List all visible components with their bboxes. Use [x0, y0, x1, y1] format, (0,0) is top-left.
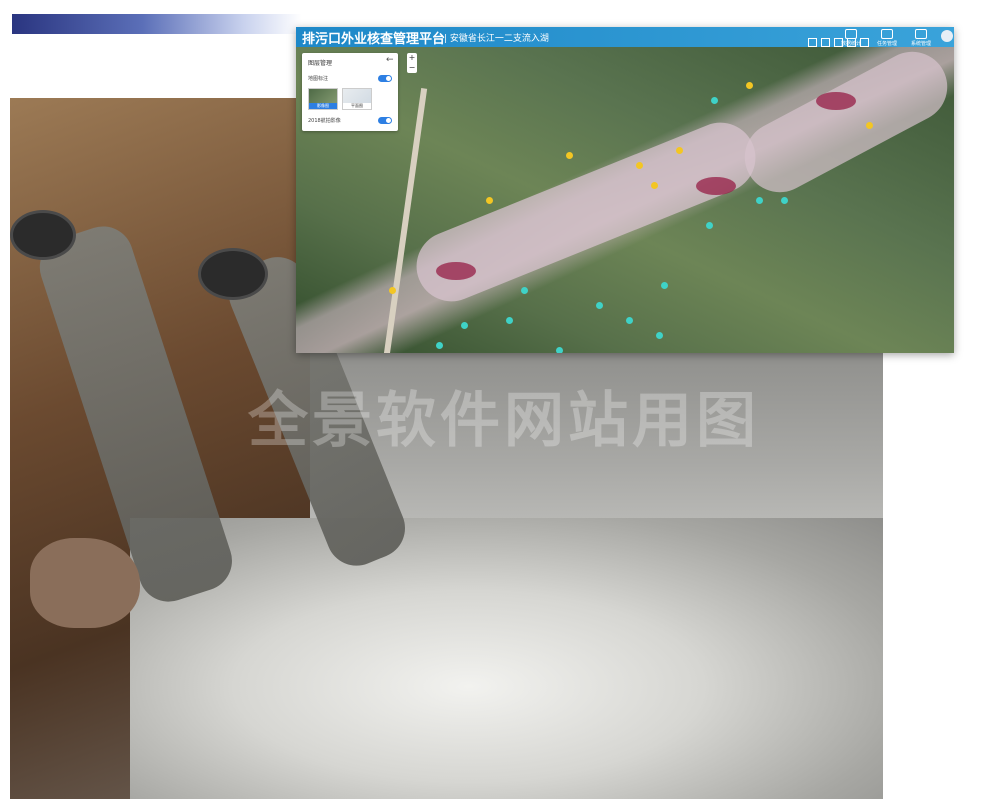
- nav-data-statistics[interactable]: 数据统计: [836, 29, 866, 47]
- outlet-marker-yellow[interactable]: [866, 122, 873, 129]
- pollution-plume: [696, 177, 736, 195]
- outlet-marker-yellow[interactable]: [389, 287, 396, 294]
- layer-2018-label: 2018航拍影像: [308, 118, 341, 124]
- nav-task-management[interactable]: 任务管理: [872, 29, 902, 47]
- watermark-text: 全景软件网站用图: [248, 386, 760, 456]
- pollution-plume: [436, 262, 476, 280]
- outlet-marker-yellow[interactable]: [746, 82, 753, 89]
- outlet-marker-cyan[interactable]: [656, 332, 663, 339]
- nav-label: 数据统计: [840, 41, 861, 47]
- layer-2018-toggle[interactable]: [378, 117, 392, 124]
- outlet-marker-cyan[interactable]: [626, 317, 633, 324]
- outlet-marker-cyan[interactable]: [521, 287, 528, 294]
- app-subtitle: | 安徽省长江一二支流入湖: [444, 34, 549, 44]
- map-annotation-toggle[interactable]: [378, 75, 392, 82]
- pollution-plume: [816, 92, 856, 110]
- outlet-marker-cyan[interactable]: [756, 197, 763, 204]
- nav-system-management[interactable]: 系统管理: [906, 29, 936, 47]
- settings-icon: [915, 29, 927, 39]
- river-segment: [405, 112, 767, 312]
- basemap-label: 平面图: [343, 103, 371, 109]
- outlet-marker-cyan[interactable]: [596, 302, 603, 309]
- tool-icon[interactable]: [821, 38, 830, 47]
- outlet-marker-cyan[interactable]: [436, 342, 443, 349]
- outlet-marker-cyan[interactable]: [506, 317, 513, 324]
- zoom-in-button[interactable]: +: [407, 53, 417, 63]
- outlet-marker-yellow[interactable]: [636, 162, 643, 169]
- globe-icon: [845, 29, 857, 39]
- zoom-out-button[interactable]: −: [407, 63, 417, 73]
- outlet-marker-cyan[interactable]: [706, 222, 713, 229]
- outlet-marker-yellow[interactable]: [486, 197, 493, 204]
- tool-icon[interactable]: [808, 38, 817, 47]
- platform-window: 排污口外业核查管理平台 | 安徽省长江一二支流入湖 数据统计 任务管理 系统管理: [296, 27, 954, 353]
- outlet-marker-cyan[interactable]: [461, 322, 468, 329]
- arrow-left-icon[interactable]: ←: [386, 55, 394, 65]
- nav-label: 任务管理: [876, 41, 897, 47]
- basemap-plan-thumb[interactable]: 平面图: [342, 88, 372, 110]
- outlet-marker-yellow[interactable]: [566, 152, 573, 159]
- outlet-marker-yellow[interactable]: [676, 147, 683, 154]
- clock-icon: [881, 29, 893, 39]
- zoom-control: + −: [407, 53, 417, 73]
- outlet-pipe-left: [10, 210, 76, 260]
- panel-title: 图层管理: [308, 60, 333, 67]
- basemap-satellite-thumb[interactable]: 影像图: [308, 88, 338, 110]
- outlet-marker-yellow[interactable]: [651, 182, 658, 189]
- outlet-marker-cyan[interactable]: [661, 282, 668, 289]
- outlet-marker-cyan[interactable]: [781, 197, 788, 204]
- rock: [30, 538, 140, 628]
- user-avatar[interactable]: [941, 30, 953, 42]
- foaming-water: [130, 518, 883, 799]
- river-segment: [732, 39, 954, 205]
- map-annotation-label: 地图标注: [308, 76, 329, 82]
- decorative-top-bar: [12, 14, 302, 34]
- app-header: 排污口外业核查管理平台 | 安徽省长江一二支流入湖 数据统计 任务管理 系统管理: [296, 27, 954, 47]
- app-title: 排污口外业核查管理平台: [302, 32, 446, 47]
- layer-management-panel: 图层管理 ← 地图标注 影像图 平面图 2018航拍影像: [302, 53, 398, 131]
- outlet-marker-cyan[interactable]: [556, 347, 563, 353]
- outlet-pipe-right: [198, 248, 268, 300]
- basemap-label: 影像图: [309, 103, 337, 109]
- outlet-marker-cyan[interactable]: [711, 97, 718, 104]
- nav-label: 系统管理: [910, 41, 931, 47]
